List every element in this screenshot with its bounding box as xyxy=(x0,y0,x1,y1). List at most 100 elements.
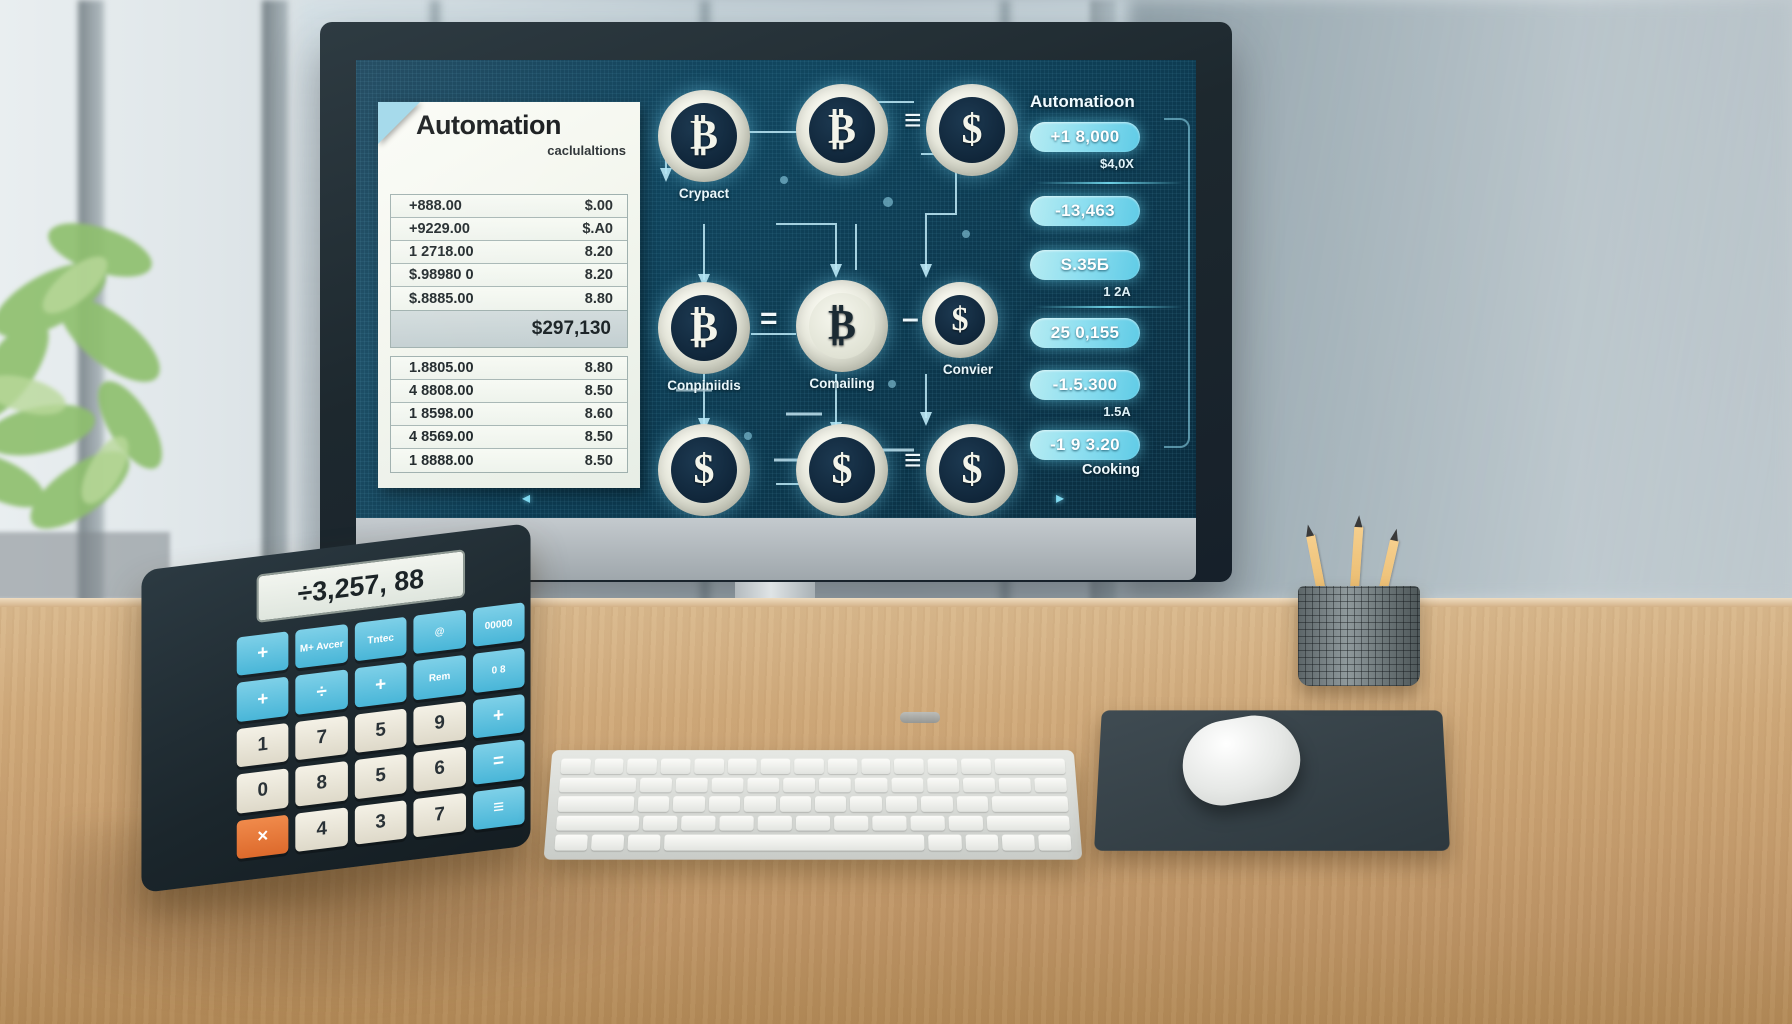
keyboard-key[interactable] xyxy=(886,796,918,811)
calculator-key[interactable]: Rem xyxy=(414,655,466,700)
keyboard-key[interactable] xyxy=(661,759,691,774)
flow-node-crypto-1[interactable]: ₿ Crypact xyxy=(658,90,750,182)
metric-pill[interactable]: S.35Б xyxy=(1030,250,1140,280)
keyboard-key[interactable] xyxy=(861,759,891,774)
keyboard-key[interactable] xyxy=(628,835,661,851)
keyboard-key[interactable] xyxy=(894,759,924,774)
keyboard-key[interactable] xyxy=(640,777,673,792)
keyboard-key[interactable] xyxy=(681,816,716,831)
metric-pill[interactable]: -1.5.300 xyxy=(1030,370,1140,400)
keyboard-key[interactable] xyxy=(591,835,624,851)
keyboard-key[interactable] xyxy=(850,796,882,811)
keyboard-key[interactable] xyxy=(637,796,669,811)
keyboard-row[interactable] xyxy=(559,777,1067,792)
calculator-key[interactable]: + xyxy=(237,631,289,676)
calculator-keypad[interactable]: + M+ Avcer Tntec @ 00000 + ÷ + Rem 0 8 1… xyxy=(237,602,525,859)
keyboard-spacebar[interactable] xyxy=(664,835,925,851)
keyboard-key[interactable] xyxy=(559,777,637,792)
keyboard-key[interactable] xyxy=(719,816,754,831)
keyboard-key[interactable] xyxy=(949,816,984,831)
flow-node-dollar-1[interactable]: $ xyxy=(926,84,1018,176)
keyboard-key[interactable] xyxy=(796,816,830,831)
keyboard-key[interactable] xyxy=(961,759,991,774)
keyboard-key[interactable] xyxy=(747,777,779,792)
keyboard-key[interactable] xyxy=(557,796,634,811)
keyboard-key[interactable] xyxy=(992,796,1069,811)
keyboard-key[interactable] xyxy=(872,816,907,831)
keyboard-key[interactable] xyxy=(965,835,998,851)
calculator-key[interactable]: Tntec xyxy=(355,617,407,662)
keyboard-row[interactable] xyxy=(557,796,1068,811)
keyboard-key[interactable] xyxy=(594,759,624,774)
metric-pill[interactable]: -13,463 xyxy=(1030,196,1140,226)
calculator-key[interactable]: 0 xyxy=(237,768,289,813)
calculator-key[interactable]: 3 xyxy=(355,800,407,845)
calculator-key[interactable]: ÷ xyxy=(296,670,348,715)
keyboard-row[interactable] xyxy=(560,759,1065,774)
calculator-key[interactable]: + xyxy=(237,677,289,722)
keyboard-row[interactable] xyxy=(554,835,1071,851)
keyboard-key[interactable] xyxy=(708,796,740,811)
keyboard-key[interactable] xyxy=(794,759,823,774)
keyboard-key[interactable] xyxy=(927,777,959,792)
calculator-key[interactable]: = xyxy=(473,739,525,784)
calculator-key[interactable]: + xyxy=(355,662,407,707)
calculator-key[interactable]: @ xyxy=(414,609,466,654)
keyboard-key[interactable] xyxy=(1002,835,1035,851)
calculator-key[interactable]: 00000 xyxy=(473,602,525,647)
keyboard-key[interactable] xyxy=(994,759,1066,774)
keyboard-key[interactable] xyxy=(673,796,705,811)
keyboard-key[interactable] xyxy=(744,796,776,811)
keyboard[interactable] xyxy=(544,750,1083,860)
calculator-key[interactable]: 5 xyxy=(355,708,407,753)
keyboard-row[interactable] xyxy=(556,816,1070,831)
keyboard-key[interactable] xyxy=(757,816,791,831)
metric-pill[interactable]: +1 8,000 xyxy=(1030,122,1140,152)
keyboard-key[interactable] xyxy=(998,777,1031,792)
calculator-key[interactable]: ≡ xyxy=(473,785,525,830)
keyboard-key[interactable] xyxy=(834,816,868,831)
flow-node-dollar-2[interactable]: $ Convier xyxy=(922,282,998,358)
calculator-key[interactable]: 6 xyxy=(414,747,466,792)
calculator-key[interactable]: 0 8 xyxy=(473,648,525,693)
metric-pill[interactable]: -1 9 3.20 xyxy=(1030,430,1140,460)
keyboard-key[interactable] xyxy=(957,796,989,811)
calculator-key[interactable]: 7 xyxy=(296,715,348,760)
calculator-key[interactable]: + xyxy=(473,694,525,739)
flow-node-crypto-2[interactable]: ₿ xyxy=(796,84,888,176)
calculator-key[interactable]: × xyxy=(237,814,289,859)
keyboard-key[interactable] xyxy=(554,835,588,851)
keyboard-key[interactable] xyxy=(560,759,590,774)
monitor-screen[interactable]: Automation caclulaltions +888.00 $.00 +9… xyxy=(356,60,1196,518)
keyboard-key[interactable] xyxy=(783,777,815,792)
calculator-key[interactable]: 9 xyxy=(414,701,466,746)
keyboard-key[interactable] xyxy=(855,777,887,792)
keyboard-key[interactable] xyxy=(727,759,757,774)
calculator-key[interactable]: 7 xyxy=(414,792,466,837)
calculator-key[interactable]: 1 xyxy=(237,723,289,768)
keyboard-key[interactable] xyxy=(891,777,923,792)
flow-node-crypto-4[interactable]: ₿ Comailing xyxy=(796,280,888,372)
keyboard-key[interactable] xyxy=(828,759,858,774)
keyboard-key[interactable] xyxy=(642,816,677,831)
calculator-key[interactable]: M+ Avcer xyxy=(296,624,348,669)
keyboard-key[interactable] xyxy=(779,796,811,811)
flow-node-dollar-5[interactable]: $ Toxing xyxy=(926,424,1018,516)
flow-node-crypto-3[interactable]: ₿ Conpiniidis xyxy=(658,282,750,374)
keyboard-key[interactable] xyxy=(962,777,995,792)
keyboard-key[interactable] xyxy=(815,796,847,811)
calculator-key[interactable]: 8 xyxy=(296,761,348,806)
keyboard-key[interactable] xyxy=(1034,777,1067,792)
keyboard-key[interactable] xyxy=(712,777,744,792)
keyboard-key[interactable] xyxy=(927,759,957,774)
keyboard-key[interactable] xyxy=(987,816,1070,831)
keyboard-key[interactable] xyxy=(761,759,791,774)
keyboard-key[interactable] xyxy=(694,759,724,774)
automation-document[interactable]: Automation caclulaltions +888.00 $.00 +9… xyxy=(378,102,640,488)
keyboard-key[interactable] xyxy=(929,835,962,851)
flow-node-dollar-4[interactable]: $ Commants xyxy=(796,424,888,516)
calculator-key[interactable]: 4 xyxy=(296,807,348,852)
desktop-calculator[interactable]: ÷3,257, 88 + M+ Avcer Tntec @ 00000 + ÷ … xyxy=(141,523,530,893)
flow-node-dollar-3[interactable]: $ Toxdring xyxy=(658,424,750,516)
keyboard-key[interactable] xyxy=(627,759,657,774)
